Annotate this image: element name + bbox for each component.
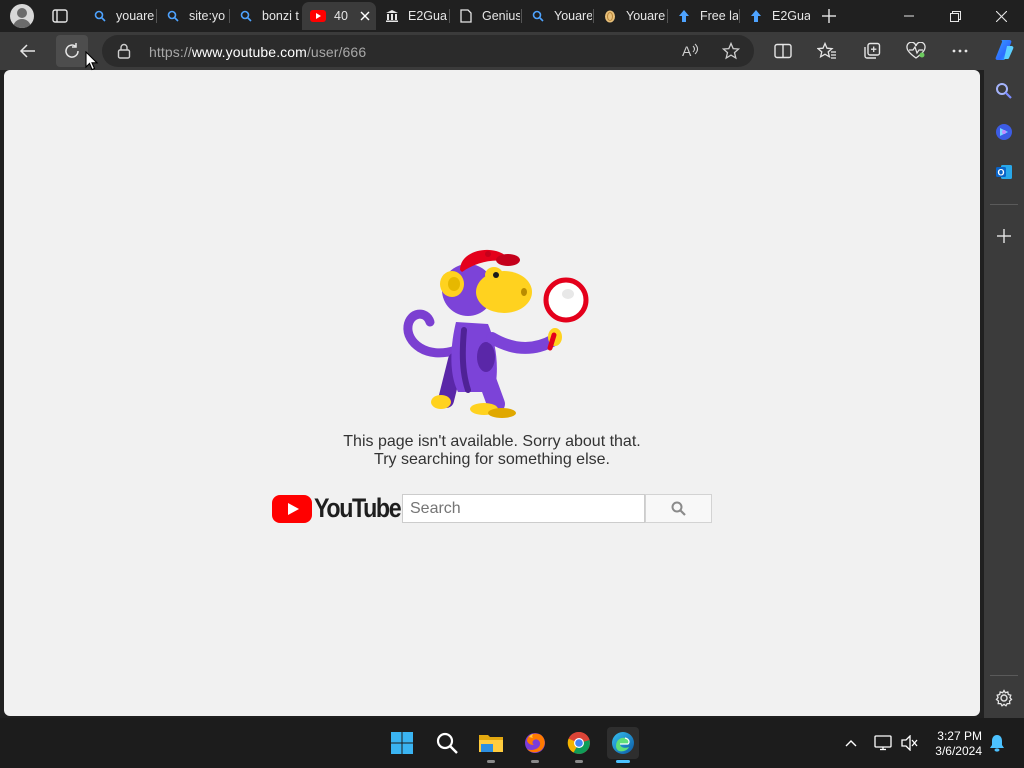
read-aloud-icon[interactable]: A: [682, 43, 700, 64]
refresh-button[interactable]: [56, 35, 88, 67]
clock-time: 3:27 PM: [937, 729, 982, 743]
search-icon: [92, 8, 108, 24]
tab-youare-search-2[interactable]: Youare: [522, 2, 592, 30]
close-tab-icon[interactable]: [358, 9, 372, 23]
tab-label: E2Gua: [408, 9, 447, 23]
tab-strip: youare site:yo bonzi t 40 E2Gua Genius Y…: [0, 0, 1024, 32]
mouse-cursor-icon: [85, 51, 99, 71]
windows-taskbar: 3:27 PM 3/6/2024: [0, 718, 1024, 768]
youtube-logo[interactable]: YouTube: [272, 491, 402, 527]
url-text[interactable]: https://www.youtube.com/user/666: [149, 44, 366, 60]
monkey-illustration: [403, 249, 589, 418]
more-menu-button[interactable]: [944, 35, 976, 67]
tab-genius[interactable]: Genius: [450, 2, 520, 30]
tab-free-la[interactable]: Free la: [668, 2, 738, 30]
new-tab-button[interactable]: [818, 5, 840, 27]
error-message-line2: Try searching for something else.: [374, 451, 610, 468]
back-button[interactable]: [12, 35, 44, 67]
minimize-button[interactable]: [886, 0, 932, 32]
youtube-play-icon: [272, 495, 312, 523]
firefox-button[interactable]: [519, 727, 551, 763]
search-icon: [671, 501, 686, 516]
start-icon: [391, 732, 413, 754]
page-content: This page isn't available. Sorry about t…: [4, 70, 980, 716]
sidebar-settings-icon[interactable]: [990, 684, 1018, 712]
start-button[interactable]: [386, 727, 418, 759]
upload-arrow-icon: [748, 8, 764, 24]
search-icon: [530, 8, 546, 24]
tab-youare-search[interactable]: youare: [84, 2, 154, 30]
search-icon: [238, 8, 254, 24]
firefox-icon: [525, 733, 545, 753]
add-sidebar-app-icon[interactable]: [990, 222, 1018, 250]
egg-icon: [602, 8, 618, 24]
sidebar-search-icon[interactable]: [990, 77, 1018, 105]
restore-button[interactable]: [932, 0, 978, 32]
tab-label: Youare: [626, 9, 666, 23]
outlook-icon[interactable]: O: [990, 158, 1018, 186]
search-input[interactable]: [402, 494, 645, 523]
profile-avatar[interactable]: [10, 4, 34, 28]
browser-toolbar: https://www.youtube.com/user/666 A: [0, 32, 984, 70]
url-prefix: https://: [149, 44, 192, 60]
copilot-icon[interactable]: [990, 36, 1018, 64]
address-bar[interactable]: https://www.youtube.com/user/666 A: [102, 35, 754, 67]
favorite-star-icon[interactable]: [721, 41, 741, 65]
taskbar-search-button[interactable]: [431, 727, 463, 759]
tab-label: youare: [116, 9, 154, 23]
edge-button[interactable]: [607, 727, 639, 763]
clock-date: 3/6/2024: [935, 744, 982, 758]
youtube-icon: [310, 8, 326, 24]
svg-text:A: A: [682, 43, 692, 59]
tab-label: 40: [334, 9, 348, 23]
taskbar-divider: [639, 727, 643, 759]
favorites-button[interactable]: [811, 35, 843, 67]
show-hidden-icons-chevron-icon[interactable]: [840, 732, 862, 754]
lock-icon[interactable]: [117, 43, 131, 64]
edge-sidebar: O: [984, 32, 1024, 718]
file-explorer-button[interactable]: [475, 727, 507, 763]
tab-actions-icon[interactable]: [50, 6, 70, 26]
collections-button[interactable]: [856, 35, 888, 67]
system-clock[interactable]: 3:27 PM 3/6/2024: [922, 729, 982, 759]
split-screen-button[interactable]: [767, 35, 799, 67]
url-domain: www.youtube.com: [191, 44, 307, 60]
browser-essentials-button[interactable]: [900, 35, 932, 67]
document-icon: [458, 8, 474, 24]
error-message-line1: This page isn't available. Sorry about t…: [343, 433, 641, 450]
tab-bonzi-search[interactable]: bonzi t: [230, 2, 300, 30]
tab-label: Youare: [554, 9, 592, 23]
sidebar-copilot-app-icon[interactable]: [990, 118, 1018, 146]
url-path: /user/666: [306, 44, 367, 60]
volume-muted-icon[interactable]: [898, 732, 920, 754]
tab-youtube-active[interactable]: 40: [302, 2, 376, 30]
notification-bell-icon[interactable]: [986, 732, 1008, 754]
search-icon: [436, 732, 458, 754]
tab-site-search[interactable]: site:yo: [157, 2, 227, 30]
chrome-button[interactable]: [563, 727, 595, 763]
tab-e2guardian-2[interactable]: E2Gua: [740, 2, 810, 30]
museum-icon: [384, 8, 400, 24]
close-window-button[interactable]: [978, 0, 1024, 32]
chrome-icon: [567, 731, 590, 754]
tab-label: bonzi t: [262, 9, 299, 23]
tab-e2guardian[interactable]: E2Gua: [376, 2, 448, 30]
network-icon[interactable]: [872, 732, 894, 754]
tab-youare-site[interactable]: Youare: [594, 2, 666, 30]
file-explorer-icon: [479, 735, 503, 752]
tab-label: E2Gua: [772, 9, 810, 23]
svg-text:O: O: [997, 167, 1004, 177]
edge-icon: [612, 732, 634, 754]
tab-label: site:yo: [189, 9, 226, 23]
upload-arrow-icon: [676, 8, 692, 24]
tab-label: Genius: [482, 9, 520, 23]
search-button[interactable]: [645, 494, 712, 523]
youtube-wordmark: YouTube: [314, 493, 402, 523]
search-icon: [165, 8, 181, 24]
tab-label: Free la: [700, 9, 738, 23]
